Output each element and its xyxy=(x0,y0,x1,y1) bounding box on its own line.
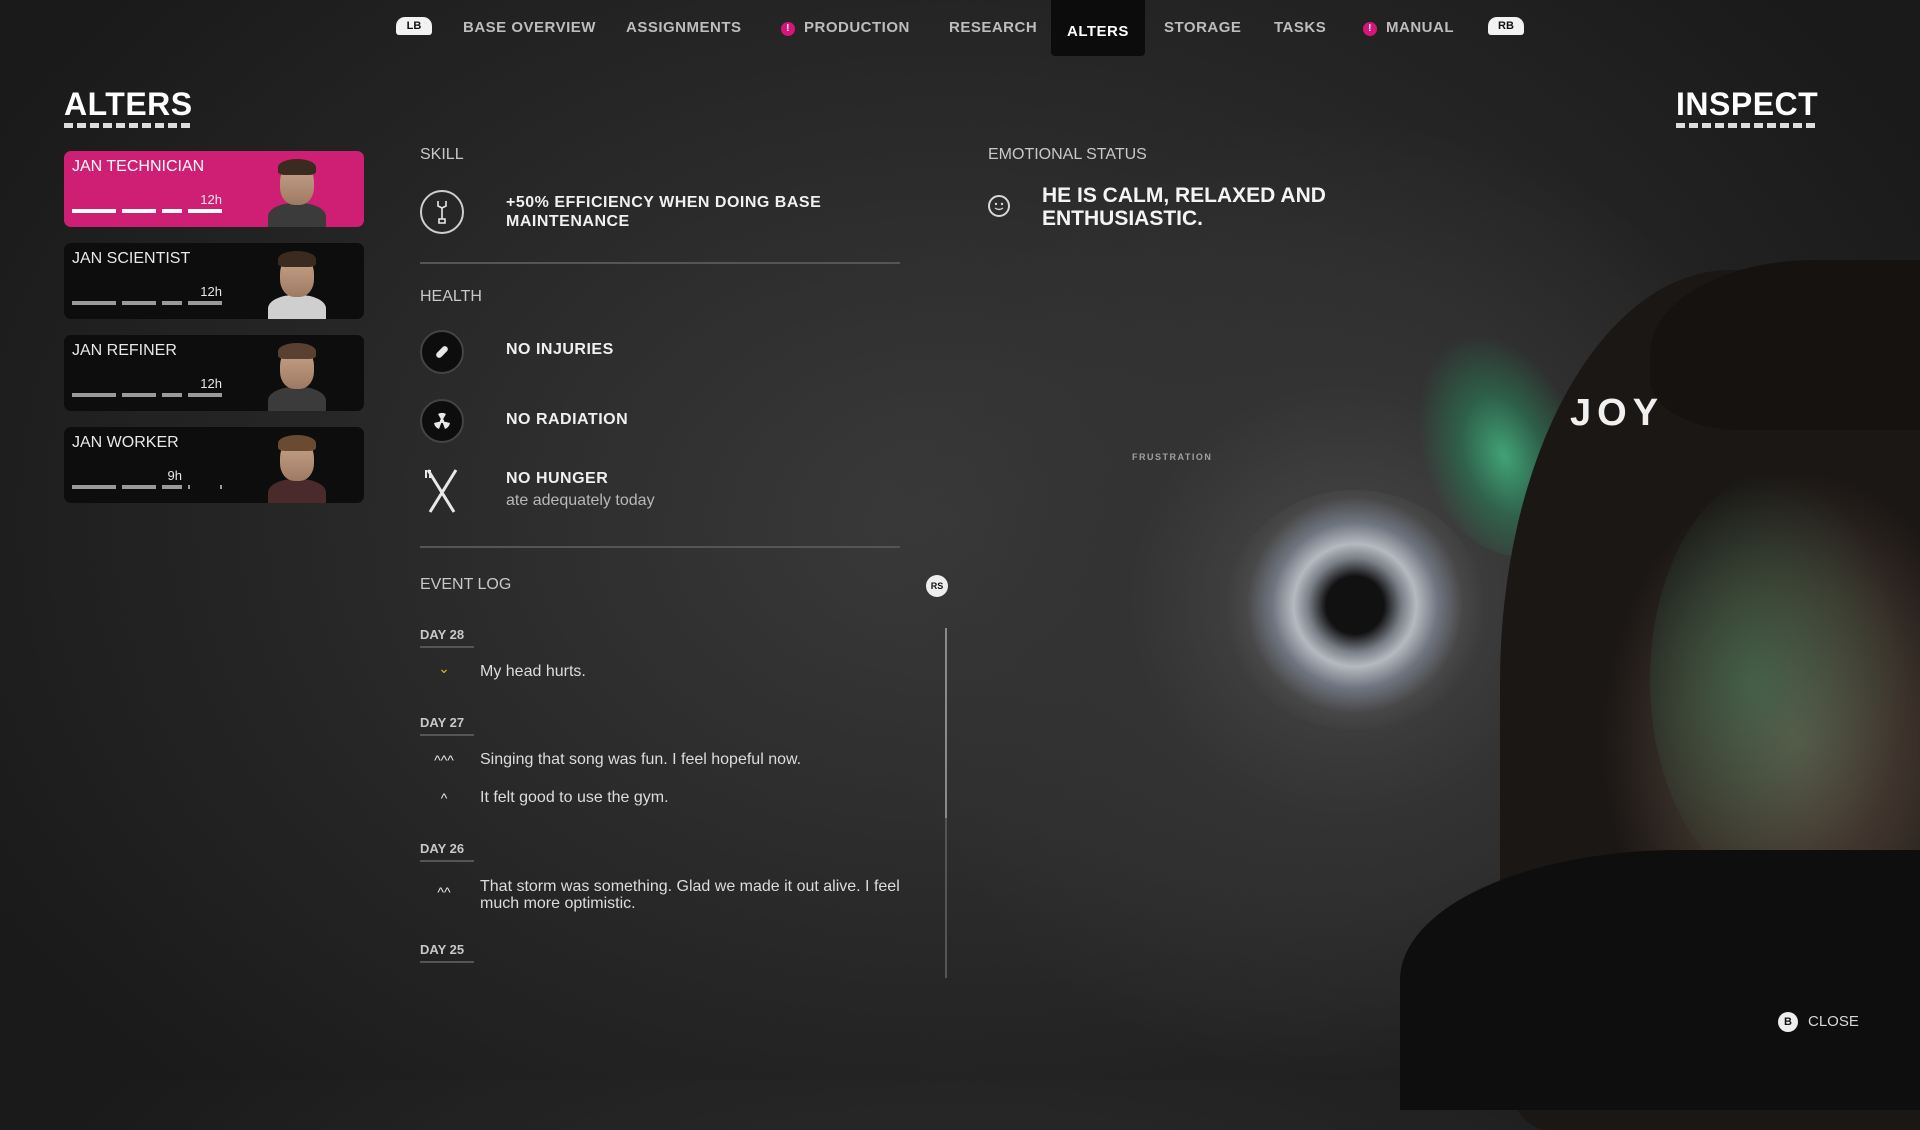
event-day-header: DAY 27 xyxy=(420,715,475,736)
alter-time: 12h xyxy=(200,284,222,299)
skill-text: +50% EFFICIENCY WHEN DOING BASE MAINTENA… xyxy=(506,194,822,230)
tab-tasks[interactable]: TASKS xyxy=(1274,19,1326,36)
mood-up-icon: ^^^ xyxy=(434,752,454,768)
alter-card-worker[interactable]: JAN WORKER 9h xyxy=(64,427,364,503)
alter-name: JAN SCIENTIST xyxy=(72,250,191,267)
emotion-orb xyxy=(1225,490,1485,730)
alert-icon: ! xyxy=(1363,22,1377,36)
rb-button-icon[interactable]: RB xyxy=(1488,17,1524,35)
tab-assignments[interactable]: ASSIGNMENTS xyxy=(626,19,742,36)
event-text: That storm was something. Glad we made i… xyxy=(480,878,900,912)
divider xyxy=(420,262,900,264)
close-button[interactable]: CLOSE xyxy=(1808,1013,1859,1030)
alter-time: 12h xyxy=(200,376,222,391)
alter-portrait xyxy=(266,433,328,503)
mood-up-icon: ^ xyxy=(440,790,448,806)
skill-label: SKILL xyxy=(420,146,464,163)
alter-time: 9h xyxy=(167,468,182,483)
emotional-status-text: HE IS CALM, RELAXED AND ENTHUSIASTIC. xyxy=(1042,184,1326,230)
character-shoulder xyxy=(1400,850,1920,1110)
health-label: HEALTH xyxy=(420,288,482,305)
tab-manual-label: MANUAL xyxy=(1386,19,1454,36)
event-text: My head hurts. xyxy=(480,663,586,680)
health-item-hunger: NO HUNGER xyxy=(506,470,609,487)
alter-portrait xyxy=(266,341,328,411)
emotional-status-label: EMOTIONAL STATUS xyxy=(988,146,1147,163)
event-text: Singing that song was fun. I feel hopefu… xyxy=(480,751,802,768)
work-hours-bar xyxy=(72,301,232,305)
fork-knife-icon xyxy=(424,468,460,519)
event-text: It felt good to use the gym. xyxy=(480,789,669,806)
top-navigation: LB BASE OVERVIEW ASSIGNMENTS ! PRODUCTION… xyxy=(0,0,1920,56)
work-hours-bar xyxy=(72,393,232,397)
alter-time: 12h xyxy=(200,192,222,207)
alter-card-scientist[interactable]: JAN SCIENTIST 12h xyxy=(64,243,364,319)
work-hours-bar xyxy=(72,209,232,213)
event-day-header: DAY 25 xyxy=(420,942,475,963)
health-item-hunger-detail: ate adequately today xyxy=(506,492,655,509)
event-day-header: DAY 26 xyxy=(420,841,475,862)
event-log-label: EVENT LOG xyxy=(420,576,512,593)
alter-portrait xyxy=(266,249,328,319)
secondary-emotion: FRUSTRATION xyxy=(1132,452,1213,462)
alter-card-refiner[interactable]: JAN REFINER 12h xyxy=(64,335,364,411)
radiation-icon xyxy=(420,399,464,443)
divider xyxy=(420,546,900,548)
primary-emotion: JOY xyxy=(1570,392,1665,434)
alter-portrait xyxy=(266,157,328,227)
tab-research[interactable]: RESEARCH xyxy=(949,19,1037,36)
tab-alters[interactable]: ALTERS xyxy=(1051,0,1145,56)
tab-production[interactable]: ! PRODUCTION xyxy=(781,19,910,36)
b-button-icon[interactable]: B xyxy=(1778,1012,1798,1032)
event-day-header: DAY 28 xyxy=(420,627,475,648)
wrench-icon xyxy=(420,190,464,234)
event-log-scroll-thumb[interactable] xyxy=(945,628,947,818)
character-light xyxy=(1650,470,1910,890)
tab-storage[interactable]: STORAGE xyxy=(1164,19,1241,36)
rs-button-icon[interactable]: RS xyxy=(926,575,948,597)
alter-name: JAN WORKER xyxy=(72,434,179,451)
inspect-title: INSPECT xyxy=(1676,86,1819,128)
health-item-injuries: NO INJURIES xyxy=(506,341,614,358)
smiley-icon xyxy=(988,195,1010,217)
tab-base-overview[interactable]: BASE OVERVIEW xyxy=(463,19,596,36)
alter-card-technician[interactable]: JAN TECHNICIAN 12h xyxy=(64,151,364,227)
tab-production-label: PRODUCTION xyxy=(804,19,910,36)
alter-name: JAN REFINER xyxy=(72,342,177,359)
mood-up-icon: ^^ xyxy=(437,884,451,900)
mood-down-icon: ⌄ xyxy=(438,660,450,676)
bandage-icon xyxy=(420,330,464,374)
work-hours-bar xyxy=(72,485,232,489)
alter-name: JAN TECHNICIAN xyxy=(72,158,205,175)
tab-manual[interactable]: ! MANUAL xyxy=(1363,19,1454,36)
health-item-radiation: NO RADIATION xyxy=(506,411,629,428)
alert-icon: ! xyxy=(781,22,795,36)
lb-button-icon[interactable]: LB xyxy=(396,17,432,35)
alters-title: ALTERS xyxy=(64,86,193,128)
